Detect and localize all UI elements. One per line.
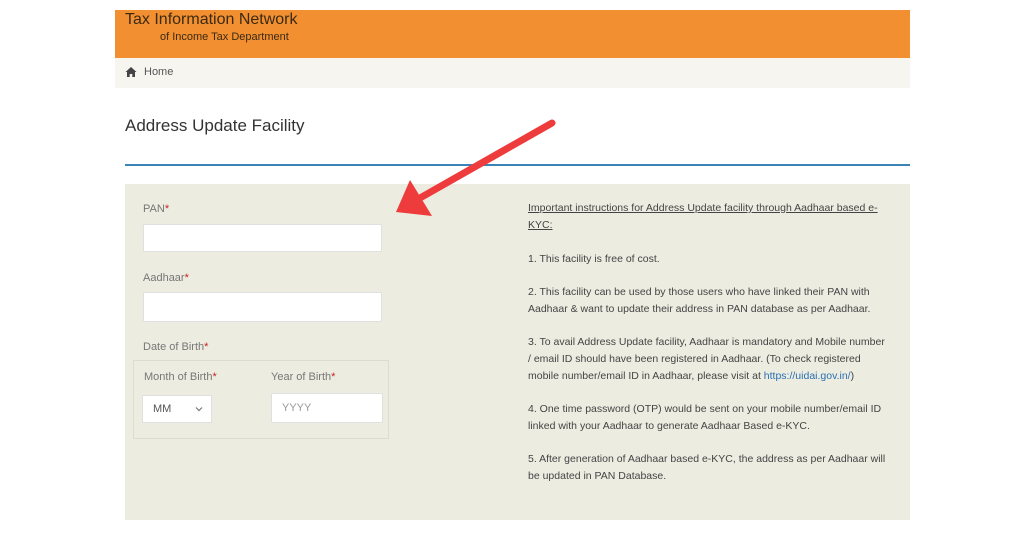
red-arrow-annotation xyxy=(396,119,556,216)
